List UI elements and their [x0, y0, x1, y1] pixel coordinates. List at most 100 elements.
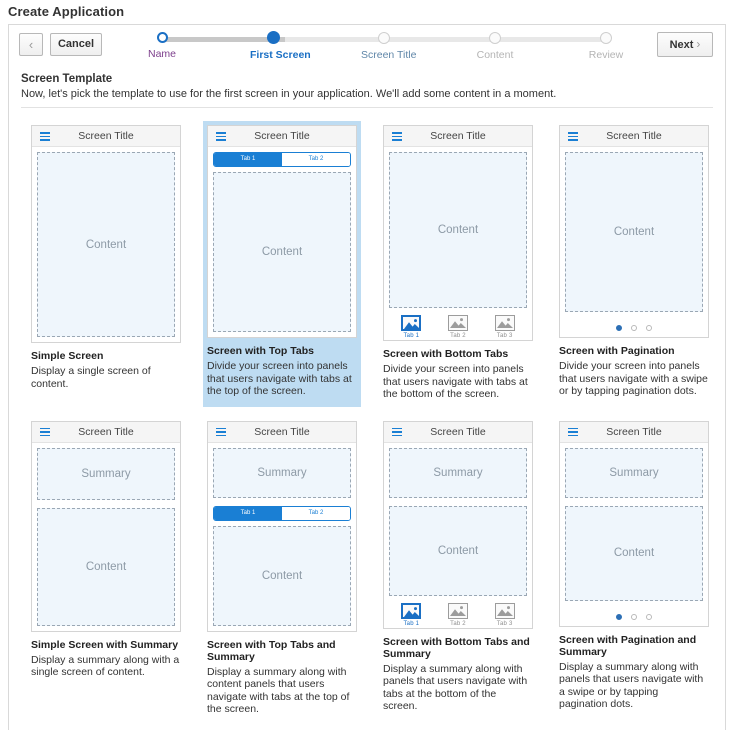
bottom-tab-1[interactable]: Tab 1	[388, 315, 434, 339]
bottom-tab-label: Tab 3	[496, 333, 513, 339]
step-dot-todo	[600, 32, 612, 44]
wizard-step-name[interactable]: Name	[139, 31, 185, 60]
template-preview-body: Summary Content	[32, 443, 180, 631]
phone-screen-title: Screen Title	[430, 425, 486, 438]
phone-header: Screen Title	[384, 421, 532, 443]
cancel-button[interactable]: Cancel	[50, 33, 102, 56]
step-label: First Screen	[250, 49, 311, 61]
pagination-dot-2[interactable]	[631, 325, 637, 331]
template-description: Divide your screen into panels that user…	[559, 360, 708, 397]
back-button[interactable]: ‹	[19, 33, 43, 56]
next-button[interactable]: Next ›	[657, 32, 713, 57]
pagination-dots[interactable]	[560, 317, 708, 337]
template-grid: Screen Title Content Simple Screen Display …	[9, 121, 725, 732]
wizard-step-content[interactable]: Content	[472, 31, 518, 61]
hamburger-menu-icon[interactable]	[216, 132, 226, 141]
tab-2[interactable]: Tab 2	[282, 506, 350, 520]
template-preview: Screen Title Summary Content	[31, 420, 181, 632]
bottom-tab-3[interactable]: Tab 3	[482, 315, 528, 339]
bottom-tab-label: Tab 3	[496, 620, 513, 627]
template-preview: Screen Title Summary Tab 1 Tab 2 Content	[207, 420, 357, 632]
template-card-pagination[interactable]: Screen Title Content Screen with Paginatio…	[555, 121, 713, 407]
content-panel: Content	[389, 152, 527, 308]
content-panel: Content	[37, 507, 175, 626]
template-preview-body: Content	[384, 147, 532, 313]
template-card-simple[interactable]: Screen Title Content Simple Screen Display …	[27, 121, 185, 407]
pagination-dot-1[interactable]	[616, 613, 622, 620]
bottom-tab-bar[interactable]: Tab 1 Tab 2 Tab 3	[384, 313, 532, 340]
template-name: Screen with Top Tabs and Summary	[207, 638, 336, 663]
template-card-bottom-tabs[interactable]: Screen Title Content Tab 1 Tab 2 Tab 3 Screen…	[379, 121, 537, 407]
phone-header: Screen Title	[208, 421, 356, 443]
template-name: Screen with Bottom Tabs and Summary	[383, 635, 530, 660]
template-description: Display a single screen of content.	[31, 365, 151, 390]
tab-1[interactable]: Tab 1	[214, 506, 282, 520]
content-panel: Content	[37, 152, 175, 337]
bottom-tab-bar[interactable]: Tab 1 Tab 2 Tab 3	[384, 601, 532, 628]
wizard-toolbar: ‹ Cancel Name First Screen Screen Title Con…	[9, 25, 725, 71]
template-name: Screen with Pagination	[559, 345, 675, 357]
pagination-dot-3[interactable]	[646, 613, 652, 620]
phone-header: Screen Title	[560, 421, 708, 443]
step-dot-current	[266, 31, 280, 44]
hamburger-menu-icon[interactable]	[568, 132, 578, 141]
phone-screen-title: Screen Title	[254, 425, 310, 438]
wizard-step-first-screen[interactable]: First Screen	[250, 31, 311, 61]
template-card-pagination-summary[interactable]: Screen Title Summary Content Screen with Pa…	[555, 417, 713, 722]
hamburger-menu-icon[interactable]	[40, 427, 50, 437]
template-name: Simple Screen	[31, 350, 104, 362]
content-panel: Content	[213, 525, 351, 626]
hamburger-menu-icon[interactable]	[568, 427, 578, 437]
pagination-dots[interactable]	[560, 606, 708, 626]
pagination-dot-3[interactable]	[646, 325, 652, 331]
template-card-top-tabs-summary[interactable]: Screen Title Summary Tab 1 Tab 2 Content Scre…	[203, 417, 361, 722]
template-name: Simple Screen with Summary	[31, 638, 179, 651]
hamburger-menu-icon[interactable]	[216, 427, 226, 437]
tab-2[interactable]: Tab 2	[282, 153, 350, 166]
template-preview-body: Tab 1 Tab 2 Content	[208, 147, 356, 337]
template-card-top-tabs[interactable]: Screen Title Tab 1 Tab 2 Content Screen with…	[203, 121, 361, 407]
tab-1[interactable]: Tab 1	[214, 153, 282, 166]
image-icon	[401, 602, 422, 619]
template-preview-body: Content	[560, 147, 708, 317]
image-icon	[401, 315, 422, 331]
template-card-bottom-tabs-summary[interactable]: Screen Title Summary Content Tab 1 Tab 2 Tab …	[379, 417, 537, 722]
wizard-panel: ‹ Cancel Name First Screen Screen Title Con…	[8, 24, 726, 730]
phone-screen-title: Screen Title	[78, 425, 134, 438]
step-label: Name	[147, 48, 176, 60]
phone-screen-title: Screen Title	[78, 130, 134, 142]
template-description: Divide your screen into panels that user…	[207, 360, 352, 397]
summary-panel: Summary	[37, 447, 175, 500]
top-tab-bar[interactable]: Tab 1 Tab 2	[213, 152, 351, 167]
bottom-tab-label: Tab 1	[403, 620, 420, 627]
hamburger-menu-icon[interactable]	[392, 132, 402, 141]
bottom-tab-2[interactable]: Tab 2	[435, 602, 481, 627]
bottom-tab-2[interactable]: Tab 2	[435, 315, 481, 339]
content-panel: Content	[213, 172, 351, 332]
template-description: Display a summary along with content pan…	[207, 665, 350, 716]
template-preview-body: Summary Content	[560, 443, 708, 606]
section-subtitle: Now, let's pick the template to use for …	[21, 88, 713, 108]
summary-panel: Summary	[389, 447, 527, 498]
chevron-right-icon: ›	[696, 37, 701, 51]
template-name: Screen with Top Tabs	[207, 345, 314, 357]
phone-header: Screen Title	[208, 126, 356, 147]
hamburger-menu-icon[interactable]	[40, 132, 50, 141]
pagination-dot-2[interactable]	[631, 613, 637, 620]
top-tab-bar[interactable]: Tab 1 Tab 2	[213, 505, 351, 521]
template-description: Display a summary along with a single sc…	[31, 653, 180, 679]
template-card-simple-summary[interactable]: Screen Title Summary Content Simple Screen …	[27, 417, 185, 722]
hamburger-menu-icon[interactable]	[392, 427, 402, 437]
page-title: Create Application	[8, 4, 125, 19]
content-panel: Content	[389, 505, 527, 596]
image-icon	[494, 602, 515, 619]
bottom-tab-3[interactable]: Tab 3	[482, 602, 528, 627]
pagination-dot-1[interactable]	[616, 325, 622, 331]
section-title: Screen Template	[21, 73, 113, 85]
wizard-step-review[interactable]: Review	[583, 31, 629, 61]
image-icon	[494, 315, 515, 331]
step-dot-todo	[378, 32, 390, 44]
bottom-tab-1[interactable]: Tab 1	[388, 602, 434, 627]
template-preview: Screen Title Summary Content Tab 1 Tab 2 Tab …	[383, 420, 533, 629]
wizard-step-screen-title[interactable]: Screen Title	[361, 31, 416, 61]
